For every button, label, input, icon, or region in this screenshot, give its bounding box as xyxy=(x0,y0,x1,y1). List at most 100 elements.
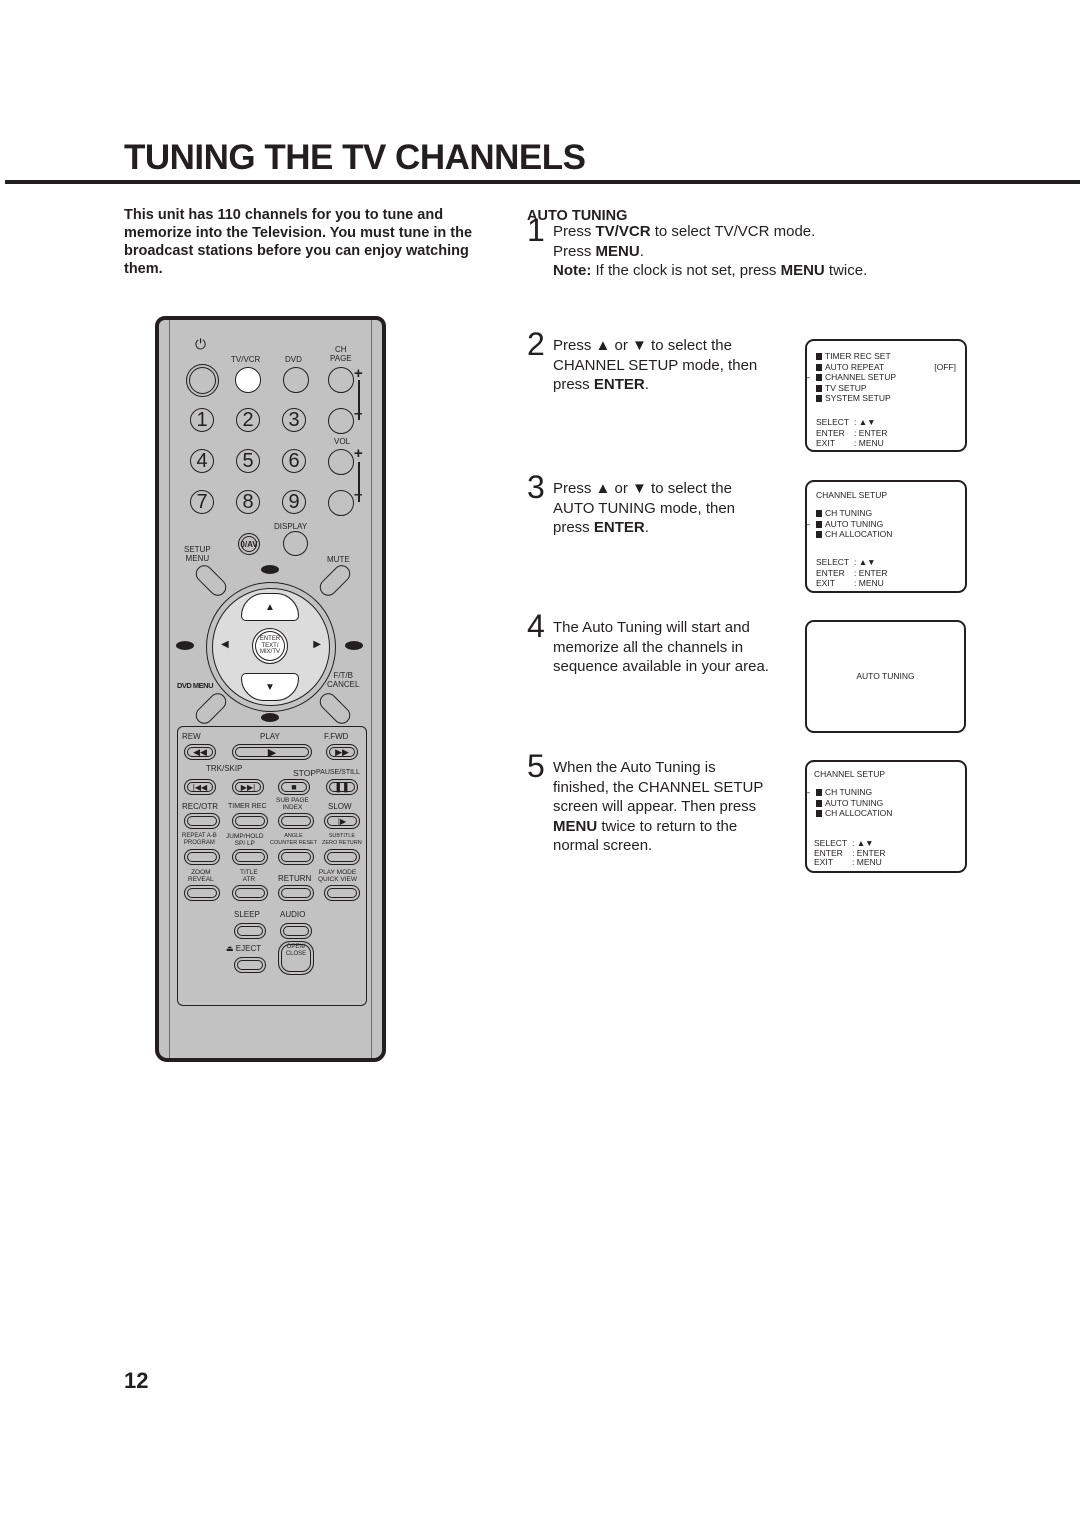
osd-title: CHANNEL SETUP xyxy=(816,490,888,500)
osd-main-menu: TIMER REC SET AUTO REPEAT [OFF] – CHANNEL … xyxy=(805,339,967,452)
step-line: sequence available in your area. xyxy=(553,658,769,675)
page-number: 12 xyxy=(124,1368,149,1393)
digit-8-button[interactable]: 8 xyxy=(236,490,260,514)
subtitle-zero-button[interactable] xyxy=(324,849,360,865)
skip-forward-button[interactable]: ▶▶| xyxy=(232,779,264,795)
tv-vcr-button[interactable] xyxy=(235,367,261,393)
left-button[interactable]: ◀ xyxy=(221,639,229,650)
dvd-menu-label: DVD MENU xyxy=(177,681,214,690)
osd-menu-item: TV SETUP xyxy=(816,383,956,394)
step-line: Note: If the clock is not set, press MEN… xyxy=(553,262,868,279)
step-line: CHANNEL SETUP mode, then xyxy=(553,356,758,374)
digit-3-button[interactable]: 3 xyxy=(282,408,306,432)
pause-still-button[interactable]: ❚❚ xyxy=(326,779,358,795)
step-line: MENU twice to return to the xyxy=(553,817,738,835)
play-button[interactable]: ▶ xyxy=(232,744,312,760)
enter-button[interactable]: ENTER TEXT/ MIX/TV xyxy=(252,628,288,664)
repeat-program-button[interactable] xyxy=(184,849,220,865)
zero-av-button[interactable]: 0/AV xyxy=(238,533,260,555)
ffwd-button[interactable]: ▶▶ xyxy=(326,744,358,760)
step-line: AUTO TUNING mode, then xyxy=(553,499,736,517)
ch-up-button[interactable] xyxy=(328,367,354,393)
jump-sp-lp-button[interactable] xyxy=(232,849,268,865)
up-button[interactable]: ▲ xyxy=(241,593,299,621)
auto-repeat-value: [OFF] xyxy=(934,361,956,372)
osd-menu-item: CH TUNING xyxy=(816,508,956,519)
step-number: 5 xyxy=(527,748,545,784)
osd-menu-item-selected: – CHANNEL SETUP xyxy=(805,372,897,382)
sleep-label: SLEEP xyxy=(234,910,260,919)
dvd-menu-button[interactable] xyxy=(192,689,230,728)
step-line: Press ▲ or ▼ to select the xyxy=(553,337,732,354)
osd-auto-tuning-text: AUTO TUNING xyxy=(856,671,915,682)
dvd-button[interactable] xyxy=(283,367,309,393)
osd-title: CHANNEL SETUP xyxy=(814,769,886,779)
step-line: press ENTER. xyxy=(553,376,649,393)
right-button[interactable]: ▶ xyxy=(313,639,321,650)
digit-5-button[interactable]: 5 xyxy=(236,449,260,473)
osd-menu-item-selected: – CH TUNING xyxy=(805,787,873,797)
rec-otr-button[interactable] xyxy=(184,813,220,829)
step-line: The Auto Tuning will start and xyxy=(553,619,750,636)
audio-button[interactable] xyxy=(280,923,312,939)
vol-up-button[interactable] xyxy=(328,449,354,475)
ftb-cancel-button[interactable] xyxy=(316,689,354,728)
osd-channel-setup-1: CHANNEL SETUP CH TUNING – AUTO TUNING CH … xyxy=(805,480,967,593)
display-button[interactable] xyxy=(283,531,308,556)
step-text: Press ▲ or ▼ to select the CHANNEL SETUP … xyxy=(553,336,757,395)
rew-button[interactable]: ◀◀ xyxy=(184,744,216,760)
repeat-program-label: REPEAT A-B PROGRAM xyxy=(182,833,217,846)
digit-4-button[interactable]: 4 xyxy=(190,449,214,473)
vol-down-button[interactable] xyxy=(328,490,354,516)
tv-vcr-label: TV/VCR xyxy=(231,355,261,364)
step-line: normal screen. xyxy=(553,837,653,854)
setup-menu-label: SETUP MENU xyxy=(184,545,211,563)
play-label: PLAY xyxy=(260,732,280,741)
step-number: 1 xyxy=(527,212,545,248)
sub-page-index-button[interactable] xyxy=(278,813,314,829)
mute-button[interactable] xyxy=(316,561,354,600)
digit-9-button[interactable]: 9 xyxy=(282,490,306,514)
stop-button[interactable]: ■ xyxy=(278,779,310,795)
step-number: 4 xyxy=(527,608,545,644)
open-close-button[interactable]: OPEN/ CLOSE xyxy=(278,941,314,975)
step-line: screen will appear. Then press xyxy=(553,798,757,815)
angle-counter-button[interactable] xyxy=(278,849,314,865)
ch-down-button[interactable] xyxy=(328,408,354,434)
slow-label: SLOW xyxy=(328,802,352,811)
digit-2-button[interactable]: 2 xyxy=(236,408,260,432)
ch-page-label: CH PAGE xyxy=(330,345,352,363)
timer-rec-button[interactable] xyxy=(232,813,268,829)
sleep-button[interactable] xyxy=(234,923,266,939)
return-button[interactable] xyxy=(278,885,314,901)
playmode-quickview-label: PLAY MODE QUICK VIEW xyxy=(318,869,358,883)
setup-menu-button[interactable] xyxy=(192,561,230,600)
digit-7-button[interactable]: 7 xyxy=(190,490,214,514)
dvd-label: DVD xyxy=(285,355,302,364)
lower-button-panel: REW PLAY F.FWD ◀◀ ▶ ▶▶ TRK/SKIP STOP PAU… xyxy=(177,726,367,1006)
step-text: Press ▲ or ▼ to select the AUTO TUNING mo… xyxy=(553,479,735,538)
step-text: The Auto Tuning will start and memorize a… xyxy=(553,618,769,677)
osd-menu-item: CH ALLOCATION xyxy=(816,529,956,540)
playmode-quickview-button[interactable] xyxy=(324,885,360,901)
ftb-cancel-label: F/T/B CANCEL xyxy=(327,671,360,689)
mute-label: MUTE xyxy=(327,555,350,564)
plus-sign: + xyxy=(354,445,363,462)
skip-back-button[interactable]: |◀◀ xyxy=(184,779,216,795)
title-atr-label: TITLE ATR xyxy=(240,869,258,883)
step-text: Press TV/VCR to select TV/VCR mode. Press… xyxy=(553,222,867,281)
osd-menu-item: SYSTEM SETUP xyxy=(816,393,956,404)
osd-menu-item: AUTO TUNING xyxy=(816,798,956,809)
eject-button[interactable] xyxy=(234,957,266,973)
ffwd-label: F.FWD xyxy=(324,732,349,741)
cursor-icon: – xyxy=(805,372,811,382)
vol-bracket xyxy=(358,462,360,502)
digit-1-button[interactable]: 1 xyxy=(190,408,214,432)
zoom-reveal-button[interactable] xyxy=(184,885,220,901)
osd-menu-item: AUTO REPEAT [OFF] xyxy=(816,362,956,373)
power-button[interactable] xyxy=(186,364,219,397)
osd-menu-item: TIMER REC SET xyxy=(816,351,956,362)
title-atr-button[interactable] xyxy=(232,885,268,901)
slow-button[interactable]: |▶ xyxy=(324,813,360,829)
digit-6-button[interactable]: 6 xyxy=(282,449,306,473)
